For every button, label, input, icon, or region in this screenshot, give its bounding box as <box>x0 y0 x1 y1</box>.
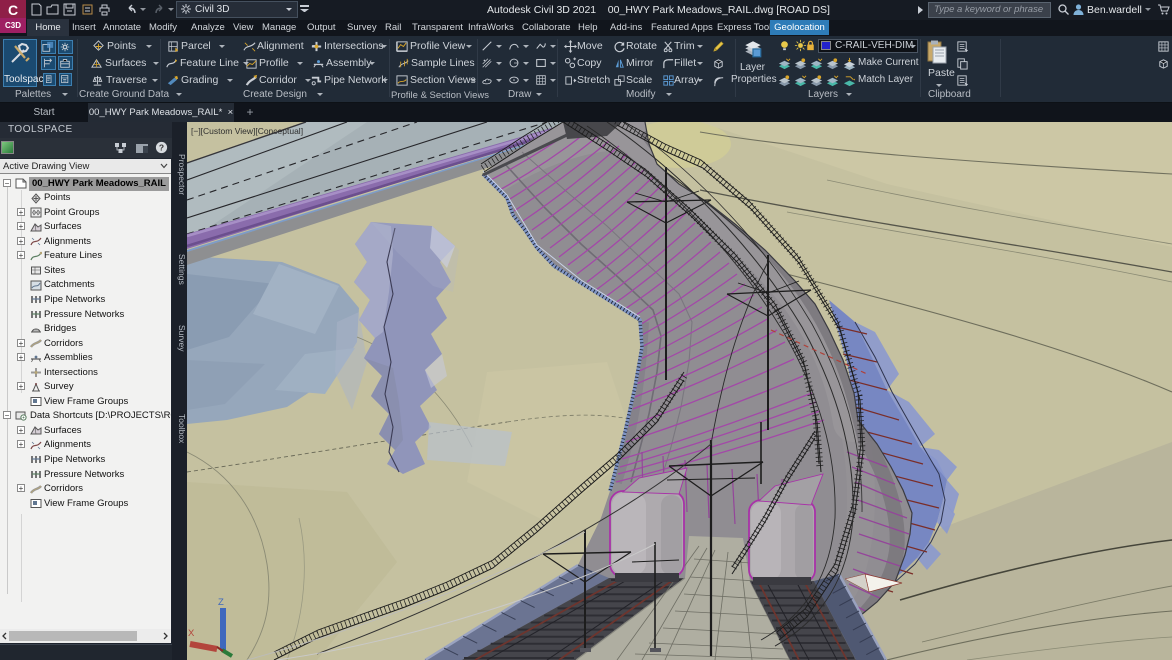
svg-text:[−][Custom View][Conceptual]: [−][Custom View][Conceptual] <box>191 126 303 136</box>
svg-text:X: X <box>188 628 195 639</box>
svg-text:Z: Z <box>218 597 224 608</box>
svg-text:?: ? <box>159 142 164 152</box>
